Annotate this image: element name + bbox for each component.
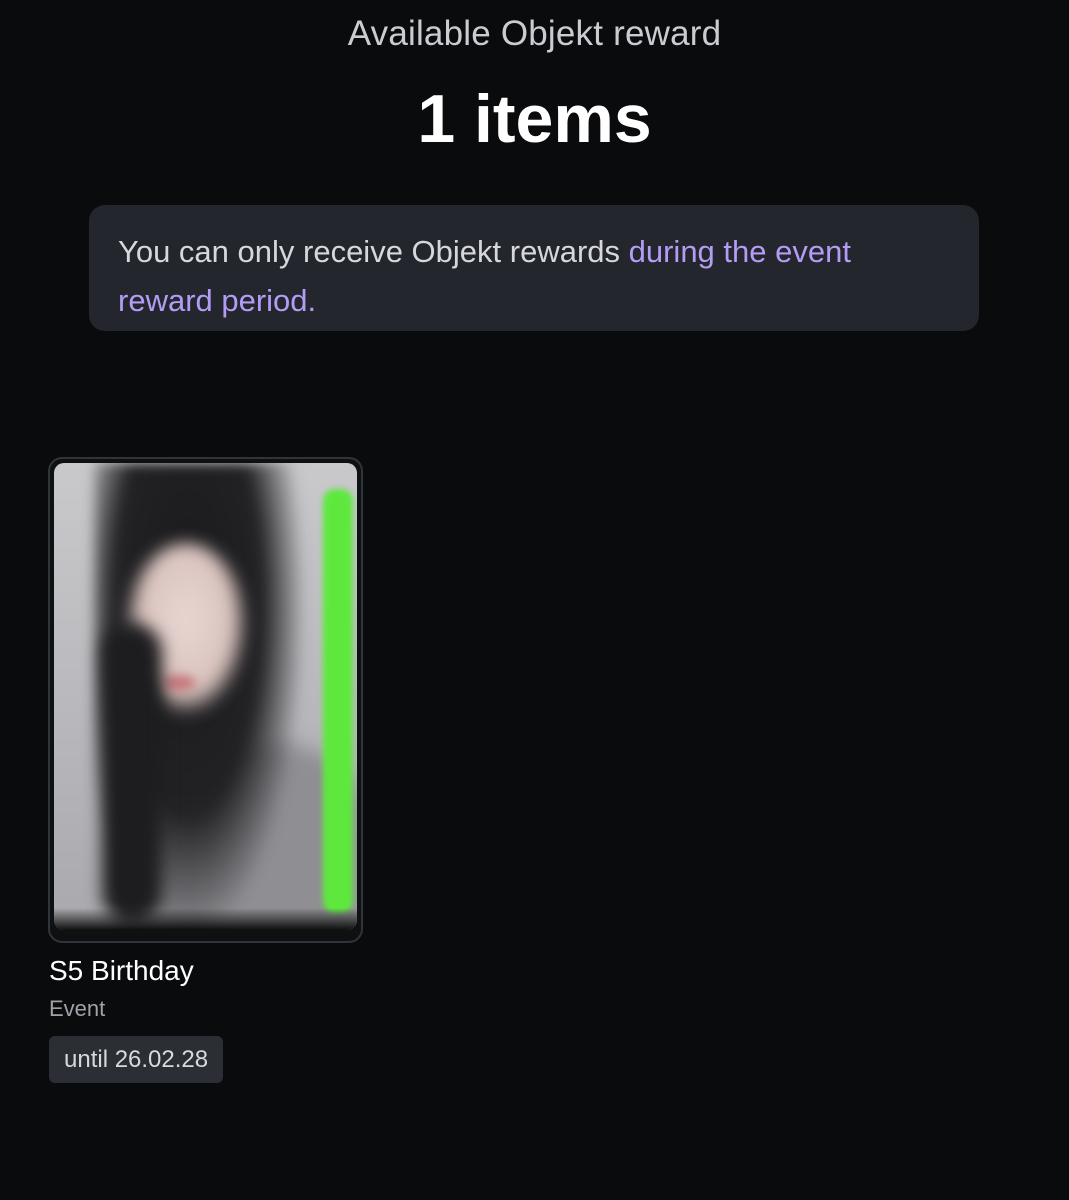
expiry-badge: until 26.02.28 bbox=[49, 1036, 224, 1083]
items-count: 1 items bbox=[417, 81, 652, 157]
page-subtitle: Available Objekt reward bbox=[347, 14, 722, 53]
reward-title[interactable]: S5 Birthday bbox=[49, 955, 194, 987]
objekt-card-image bbox=[54, 463, 357, 930]
reward-page: Available Objekt reward 1 items You can … bbox=[0, 0, 1069, 1200]
reward-type: Event bbox=[49, 996, 106, 1021]
notice-box: You can only receive Objekt rewards duri… bbox=[89, 205, 979, 331]
reward-card[interactable] bbox=[48, 457, 363, 943]
notice-text: You can only receive Objekt rewards bbox=[118, 234, 629, 269]
